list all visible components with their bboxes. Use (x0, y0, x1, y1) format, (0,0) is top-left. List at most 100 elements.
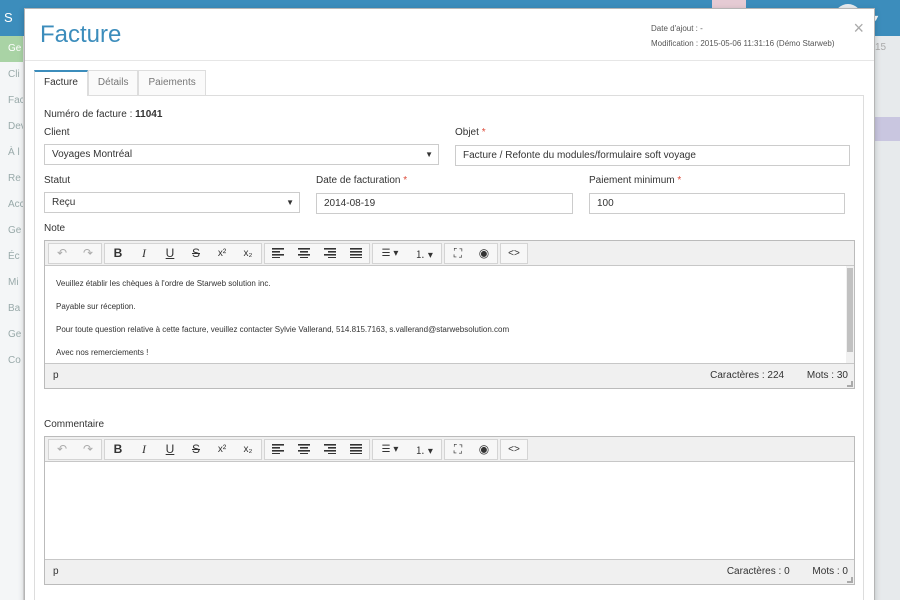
note-scrollbar[interactable] (846, 266, 854, 363)
sidebar-item[interactable]: Re (0, 166, 23, 192)
sidebar-item[interactable]: Acc (0, 192, 23, 218)
source-code-icon[interactable]: <> (501, 244, 527, 263)
sidebar-item[interactable]: Mi (0, 270, 23, 296)
align-left-icon[interactable] (265, 244, 291, 263)
view-group: ⛶ ◉ (444, 438, 498, 460)
align-center-icon[interactable] (291, 244, 317, 263)
redo-icon[interactable]: ↷ (75, 440, 101, 459)
objet-label: Objet * (455, 127, 486, 138)
statut-select[interactable]: Reçu ▼ (44, 192, 300, 213)
align-group (264, 438, 370, 460)
close-icon[interactable]: × (853, 19, 864, 37)
sidebar-item[interactable]: Co (0, 348, 23, 374)
preview-icon[interactable]: ◉ (471, 440, 497, 459)
invoice-modal: Facture Date d'ajout : - Modification : … (24, 8, 875, 600)
bullet-list-icon[interactable]: ☰ ▾ (373, 440, 407, 459)
superscript-icon[interactable]: x² (209, 244, 235, 263)
note-paragraph: Payable sur réception. (56, 302, 136, 311)
sidebar-item[interactable]: Dev (0, 114, 23, 140)
numbered-list-icon[interactable]: ⒈ ▾ (407, 440, 441, 459)
align-justify-icon[interactable] (343, 244, 369, 263)
modal-header: Facture Date d'ajout : - Modification : … (25, 9, 874, 61)
bold-icon[interactable]: B (105, 440, 131, 459)
resize-handle-icon[interactable] (847, 381, 853, 387)
sidebar-item[interactable]: Cli (0, 62, 23, 88)
tab-paiements[interactable]: Paiements (138, 70, 206, 95)
align-group (264, 242, 370, 264)
preview-icon[interactable]: ◉ (471, 244, 497, 263)
background-number: 15 (875, 42, 887, 53)
tab-facture[interactable]: Facture (34, 70, 88, 96)
italic-icon[interactable]: I (131, 244, 157, 263)
sidebar-item[interactable]: Ge (0, 322, 23, 348)
modal-meta: Date d'ajout : - Modification : 2015-05-… (651, 21, 835, 51)
meta-modification: Modification : 2015-05-06 11:31:16 (Démo… (651, 39, 835, 48)
numbered-list-icon[interactable]: ⒈ ▾ (407, 244, 441, 263)
note-statusbar: p Caractères : 224 Mots : 30 (45, 363, 854, 388)
sidebar-item[interactable]: Ge (0, 218, 23, 244)
undo-icon[interactable]: ↶ (49, 244, 75, 263)
fullscreen-icon[interactable]: ⛶ (445, 440, 471, 459)
resize-handle-icon[interactable] (847, 577, 853, 583)
fullscreen-icon[interactable]: ⛶ (445, 244, 471, 263)
char-count: Caractères : 0 (726, 566, 790, 577)
topbar-notification-block (712, 0, 746, 8)
sidebar-item[interactable]: Ge (0, 36, 23, 62)
code-group: <> (500, 242, 528, 264)
modal-title: Facture (40, 21, 122, 48)
subscript-icon[interactable]: x₂ (235, 440, 261, 459)
commentaire-content[interactable] (45, 462, 854, 559)
sidebar-item[interactable]: Éc (0, 244, 23, 270)
statut-label: Statut (44, 175, 71, 186)
client-select[interactable]: Voyages Montréal ▼ (44, 144, 439, 165)
note-paragraph: Veuillez établir les chèques à l'ordre d… (56, 279, 271, 288)
word-count: Mots : 0 (812, 566, 848, 577)
paiement-label: Paiement minimum * (589, 175, 682, 186)
objet-input[interactable]: Facture / Refonte du modules/formulaire … (455, 145, 850, 166)
sidebar-item[interactable]: Fac (0, 88, 23, 114)
italic-icon[interactable]: I (131, 440, 157, 459)
invoice-number: Numéro de facture : 11041 (44, 109, 162, 120)
history-group: ↶ ↷ (48, 242, 102, 264)
history-group: ↶ ↷ (48, 438, 102, 460)
note-editor: ↶ ↷ B I U S x² x₂ ☰ ▾ ⒈ ▾ ⛶ ◉ <> Veuille… (44, 240, 855, 389)
commentaire-toolbar: ↶ ↷ B I U S x² x₂ ☰ ▾ ⒈ ▾ ⛶ ◉ <> (45, 437, 854, 462)
background-block (875, 117, 900, 141)
align-right-icon[interactable] (317, 244, 343, 263)
underline-icon[interactable]: U (157, 440, 183, 459)
note-label: Note (44, 223, 66, 234)
commentaire-editor: ↶ ↷ B I U S x² x₂ ☰ ▾ ⒈ ▾ ⛶ ◉ <> p Carac… (44, 436, 855, 585)
strikethrough-icon[interactable]: S (183, 244, 209, 263)
format-group: B I U S x² x₂ (104, 242, 262, 264)
scrollbar-thumb[interactable] (847, 268, 853, 352)
element-path: p (53, 370, 59, 381)
meta-date-ajout: Date d'ajout : - (651, 24, 703, 33)
paiement-input[interactable]: 100 (589, 193, 845, 214)
bullet-list-icon[interactable]: ☰ ▾ (373, 244, 407, 263)
word-count: Mots : 30 (806, 370, 848, 381)
list-group: ☰ ▾ ⒈ ▾ (372, 242, 442, 264)
undo-icon[interactable]: ↶ (49, 440, 75, 459)
redo-icon[interactable]: ↷ (75, 244, 101, 263)
date-label: Date de facturation * (316, 175, 408, 186)
chevron-down-icon: ▼ (286, 198, 294, 207)
underline-icon[interactable]: U (157, 244, 183, 263)
date-input[interactable]: 2014-08-19 (316, 193, 573, 214)
note-content[interactable]: Veuillez établir les chèques à l'ordre d… (45, 266, 854, 363)
tab-details[interactable]: Détails (87, 70, 139, 95)
sidebar-item[interactable]: À l (0, 140, 23, 166)
bold-icon[interactable]: B (105, 244, 131, 263)
align-center-icon[interactable] (291, 440, 317, 459)
note-paragraph: Avec nos remerciements ! (56, 348, 149, 357)
align-right-icon[interactable] (317, 440, 343, 459)
background-content: 15 (875, 36, 900, 600)
subscript-icon[interactable]: x₂ (235, 244, 261, 263)
sidebar-item[interactable]: Ba (0, 296, 23, 322)
align-left-icon[interactable] (265, 440, 291, 459)
strikethrough-icon[interactable]: S (183, 440, 209, 459)
commentaire-label: Commentaire (44, 419, 105, 430)
superscript-icon[interactable]: x² (209, 440, 235, 459)
source-code-icon[interactable]: <> (501, 440, 527, 459)
align-justify-icon[interactable] (343, 440, 369, 459)
client-label: Client (44, 127, 70, 138)
